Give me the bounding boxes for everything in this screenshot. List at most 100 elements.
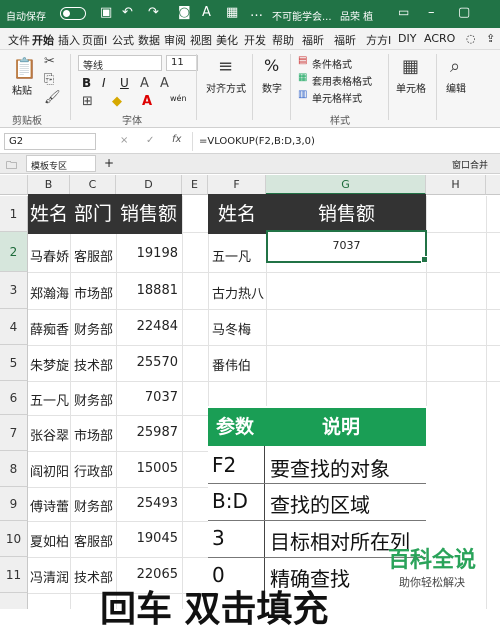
row-header[interactable]: 9 — [0, 487, 28, 521]
column-header-g[interactable]: G — [266, 175, 426, 195]
number-button[interactable]: 数字 — [262, 80, 282, 95]
enter-icon[interactable]: ✓ — [146, 135, 154, 146]
italic-button[interactable]: I — [102, 76, 106, 90]
cell-name[interactable]: 夏如柏 — [30, 531, 69, 550]
row-header[interactable]: 7 — [0, 415, 28, 451]
cell-sales[interactable]: 7037 — [116, 390, 178, 405]
cells-icon[interactable]: ▦ — [402, 56, 419, 77]
cell-sales[interactable]: 22065 — [116, 567, 178, 582]
tab-review[interactable]: 审阅 — [164, 32, 186, 48]
cell-dept[interactable]: 技术部 — [74, 567, 113, 586]
lookup-name[interactable]: 番伟伯 — [212, 355, 251, 374]
share-icon[interactable]: ⇪ — [486, 32, 495, 45]
cell-sales[interactable]: 19045 — [116, 531, 178, 546]
column-header-b[interactable]: B — [28, 175, 70, 195]
cell-dept[interactable]: 财务部 — [74, 496, 113, 515]
cell-dept[interactable]: 客服部 — [74, 246, 113, 265]
ribbon-display-icon[interactable]: ▭ — [398, 5, 409, 19]
find-icon[interactable]: ⌕ — [450, 56, 460, 77]
tab-home[interactable]: 开始 — [32, 32, 54, 52]
row-header[interactable]: 5 — [0, 345, 28, 381]
active-cell-g2[interactable]: 7037 — [266, 230, 427, 263]
cell-dept[interactable]: 技术部 — [74, 355, 113, 374]
row-header[interactable]: 10 — [0, 521, 28, 557]
font-color-button[interactable]: A — [142, 94, 152, 109]
tab-file[interactable]: 文件 — [8, 32, 30, 48]
tab-template[interactable]: 模板专区 — [26, 155, 96, 172]
paste-icon[interactable]: 📋 — [12, 56, 37, 80]
underline-button[interactable]: U — [120, 76, 129, 90]
tab-developer[interactable]: 开发 — [244, 32, 266, 48]
cancel-icon[interactable]: × — [120, 135, 128, 146]
cell-dept[interactable]: 行政部 — [74, 461, 113, 480]
cell-name[interactable]: 阎初阳 — [30, 461, 69, 480]
redo-icon[interactable]: ↷ — [148, 5, 159, 20]
cell-name[interactable]: 五一凡 — [30, 390, 69, 409]
grow-font-icon[interactable]: A — [140, 76, 149, 91]
tab-fangfang[interactable]: 方方I — [366, 32, 391, 48]
cell-dept[interactable]: 市场部 — [74, 425, 113, 444]
tab-formulas[interactable]: 公式 — [112, 32, 134, 48]
lookup-name[interactable]: 五一凡 — [212, 246, 251, 265]
more-icon[interactable]: … — [250, 5, 263, 20]
cell-sales[interactable]: 25987 — [116, 425, 178, 440]
cell-name[interactable]: 郑瀚海 — [30, 283, 69, 302]
cut-icon[interactable]: ✂ — [44, 54, 55, 69]
fill-handle[interactable] — [421, 256, 428, 263]
percent-icon[interactable]: % — [264, 56, 279, 75]
cell-name[interactable]: 张谷翠 — [30, 425, 69, 444]
cell-name[interactable]: 马春娇 — [30, 246, 69, 265]
format-as-table-button[interactable]: 套用表格格式 — [312, 73, 372, 88]
cell-sales[interactable]: 18881 — [116, 283, 178, 298]
format-painter-icon[interactable]: 🖌 — [44, 90, 61, 105]
cell-sales[interactable]: 25493 — [116, 496, 178, 511]
lookup-name[interactable]: 古力热八 — [212, 283, 264, 302]
paste-button[interactable]: 粘贴 — [12, 82, 32, 97]
fill-color-icon[interactable]: ◆ — [112, 94, 122, 109]
tab-foxit-1[interactable]: 福昕 — [302, 32, 324, 48]
shrink-font-icon[interactable]: A — [160, 76, 169, 91]
tab-insert[interactable]: 插入 — [58, 32, 80, 48]
font-color-quick-icon[interactable]: A — [202, 5, 211, 20]
formula-input[interactable]: =VLOOKUP(F2,B:D,3,0) — [192, 132, 498, 151]
tab-view[interactable]: 视图 — [190, 32, 212, 48]
select-all-corner[interactable] — [0, 175, 28, 195]
grid-icon[interactable]: ▦ — [226, 5, 238, 20]
cell-sales[interactable]: 19198 — [116, 246, 178, 261]
row-header[interactable]: 2 — [0, 232, 28, 272]
tab-diy[interactable]: DIY — [398, 32, 416, 45]
tab-foxit-2[interactable]: 福昕 — [334, 32, 356, 48]
column-header-i[interactable] — [486, 175, 500, 195]
column-header-d[interactable]: D — [116, 175, 182, 195]
row-header[interactable]: 1 — [0, 196, 28, 232]
minimize-icon[interactable]: – — [428, 5, 435, 20]
autosave-toggle[interactable] — [60, 7, 86, 20]
column-header-e[interactable]: E — [182, 175, 208, 195]
camera-icon[interactable]: ◙ — [178, 5, 191, 20]
name-box[interactable]: G2 — [4, 133, 96, 150]
tab-acrobat[interactable]: ACRO — [424, 32, 455, 45]
save-icon[interactable]: ▣ — [100, 5, 112, 20]
row-header[interactable]: 3 — [0, 272, 28, 309]
bold-button[interactable]: B — [82, 76, 91, 90]
row-header[interactable]: 6 — [0, 381, 28, 415]
tab-page-layout[interactable]: 页面I — [82, 32, 107, 48]
cell-sales[interactable]: 22484 — [116, 319, 178, 334]
undo-icon[interactable]: ↶ — [122, 5, 133, 20]
phonetic-button[interactable]: wén — [170, 94, 187, 103]
cell-sales[interactable]: 15005 — [116, 461, 178, 476]
cell-name[interactable]: 朱梦旋 — [30, 355, 69, 374]
row-header[interactable]: 8 — [0, 451, 28, 487]
border-icon[interactable]: ⊞ — [82, 94, 93, 109]
font-size-dropdown[interactable]: 11 — [166, 55, 198, 71]
align-icon[interactable]: ≡ — [218, 56, 233, 77]
cell-dept[interactable]: 财务部 — [74, 390, 113, 409]
row-header[interactable]: 4 — [0, 309, 28, 345]
alignment-button[interactable]: 对齐方式 — [206, 80, 246, 95]
lightbulb-icon[interactable]: ◌ — [466, 32, 476, 45]
tab-data[interactable]: 数据 — [138, 32, 160, 48]
folder-icon[interactable]: 🗀 — [6, 157, 17, 176]
add-tab-button[interactable]: + — [104, 156, 114, 170]
editing-button[interactable]: 编辑 — [446, 80, 466, 95]
insert-function-icon[interactable]: fx — [172, 134, 181, 145]
